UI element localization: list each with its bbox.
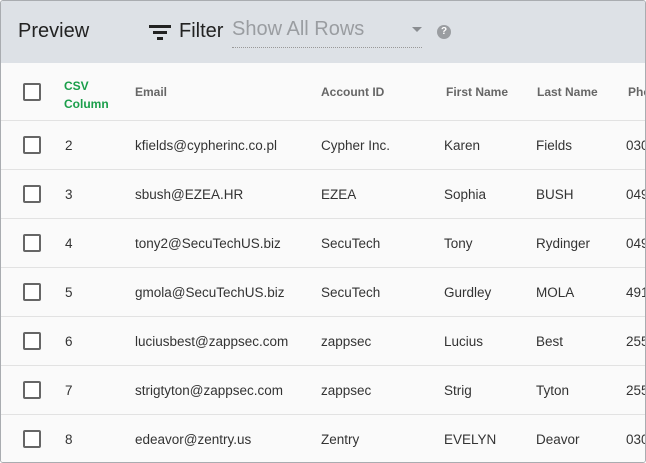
- cell-phone: 255: [626, 334, 645, 349]
- cell-first-name: EVELYN: [444, 432, 497, 447]
- cell-account-id: zappsec: [321, 383, 372, 398]
- cell-first-name: Gurdley: [444, 285, 492, 300]
- cell-email: kfields@cypherinc.co.pl: [135, 138, 278, 153]
- table-row[interactable]: 8 edeavor@zentry.us Zentry EVELYN Deavor…: [1, 415, 645, 462]
- cell-first-name: Sophia: [444, 187, 487, 202]
- table-row[interactable]: 4 tony2@SecuTechUS.biz SecuTech Tony Ryd…: [1, 219, 645, 268]
- row-checkbox[interactable]: [23, 430, 41, 448]
- cell-email: sbush@EZEA.HR: [135, 187, 244, 202]
- table-row[interactable]: 6 luciusbest@zappsec.com zappsec Lucius …: [1, 317, 645, 366]
- cell-email: edeavor@zentry.us: [135, 432, 252, 447]
- cell-phone: 491: [626, 285, 645, 300]
- column-header-first-name[interactable]: First Name: [446, 85, 508, 99]
- filter-icon: [149, 23, 171, 41]
- cell-phone: 049: [626, 187, 645, 202]
- row-checkbox[interactable]: [23, 332, 41, 350]
- cell-last-name: Tyton: [536, 383, 570, 398]
- cell-csv: 2: [65, 138, 73, 153]
- cell-account-id: Cypher Inc.: [321, 138, 391, 153]
- column-header-account-id[interactable]: Account ID: [321, 85, 384, 99]
- column-header-csv[interactable]: CSV Column: [64, 77, 109, 113]
- cell-csv: 8: [65, 432, 73, 447]
- column-header-last-name[interactable]: Last Name: [537, 85, 598, 99]
- cell-last-name: Best: [536, 334, 564, 349]
- filter-select[interactable]: Show All Rows: [232, 18, 422, 48]
- table-header: CSV Column Email Account ID First Name La…: [1, 63, 645, 121]
- toolbar: Preview Filter Show All Rows ?: [1, 1, 645, 63]
- cell-csv: 4: [65, 236, 73, 251]
- cell-first-name: Karen: [444, 138, 481, 153]
- cell-csv: 6: [65, 334, 73, 349]
- row-checkbox[interactable]: [23, 381, 41, 399]
- column-header-email[interactable]: Email: [135, 85, 167, 99]
- filter-label: Filter: [179, 20, 224, 42]
- row-checkbox[interactable]: [23, 136, 41, 154]
- cell-last-name: Fields: [536, 138, 573, 153]
- cell-email: luciusbest@zappsec.com: [135, 334, 289, 349]
- table-row[interactable]: 5 gmola@SecuTechUS.biz SecuTech Gurdley …: [1, 268, 645, 317]
- row-checkbox[interactable]: [23, 283, 41, 301]
- table-row[interactable]: 2 kfields@cypherinc.co.pl Cypher Inc. Ka…: [1, 121, 645, 170]
- cell-account-id: SecuTech: [321, 285, 381, 300]
- cell-last-name: Rydinger: [536, 236, 591, 251]
- cell-last-name: BUSH: [536, 187, 574, 202]
- cell-phone: 030: [626, 138, 645, 153]
- help-icon[interactable]: ?: [437, 25, 451, 39]
- cell-first-name: Tony: [444, 236, 473, 251]
- cell-account-id: zappsec: [321, 334, 372, 349]
- cell-first-name: Strig: [444, 383, 472, 398]
- row-checkbox[interactable]: [23, 185, 41, 203]
- preview-panel: Preview Filter Show All Rows ? CSV Column…: [0, 0, 646, 463]
- chevron-down-icon: [412, 27, 422, 32]
- cell-csv: 5: [65, 285, 73, 300]
- cell-email: tony2@SecuTechUS.biz: [135, 236, 281, 251]
- table-row[interactable]: 7 strigtyton@zappsec.com zappsec Strig T…: [1, 366, 645, 415]
- page-title: Preview: [18, 20, 90, 42]
- cell-phone: 049: [626, 236, 645, 251]
- cell-last-name: Deavor: [536, 432, 580, 447]
- select-all-checkbox[interactable]: [23, 83, 41, 101]
- cell-last-name: MOLA: [536, 285, 575, 300]
- cell-first-name: Lucius: [444, 334, 484, 349]
- cell-csv: 3: [65, 187, 73, 202]
- cell-account-id: Zentry: [321, 432, 360, 447]
- filter-value: Show All Rows: [232, 18, 365, 40]
- row-checkbox[interactable]: [23, 234, 41, 252]
- cell-phone: 030: [626, 432, 645, 447]
- column-header-phone[interactable]: Pho: [628, 85, 645, 99]
- cell-email: strigtyton@zappsec.com: [135, 383, 284, 398]
- cell-csv: 7: [65, 383, 73, 398]
- cell-phone: 255: [626, 383, 645, 398]
- table-row[interactable]: 3 sbush@EZEA.HR EZEA Sophia BUSH 049: [1, 170, 645, 219]
- cell-account-id: EZEA: [321, 187, 357, 202]
- cell-account-id: SecuTech: [321, 236, 381, 251]
- cell-email: gmola@SecuTechUS.biz: [135, 285, 285, 300]
